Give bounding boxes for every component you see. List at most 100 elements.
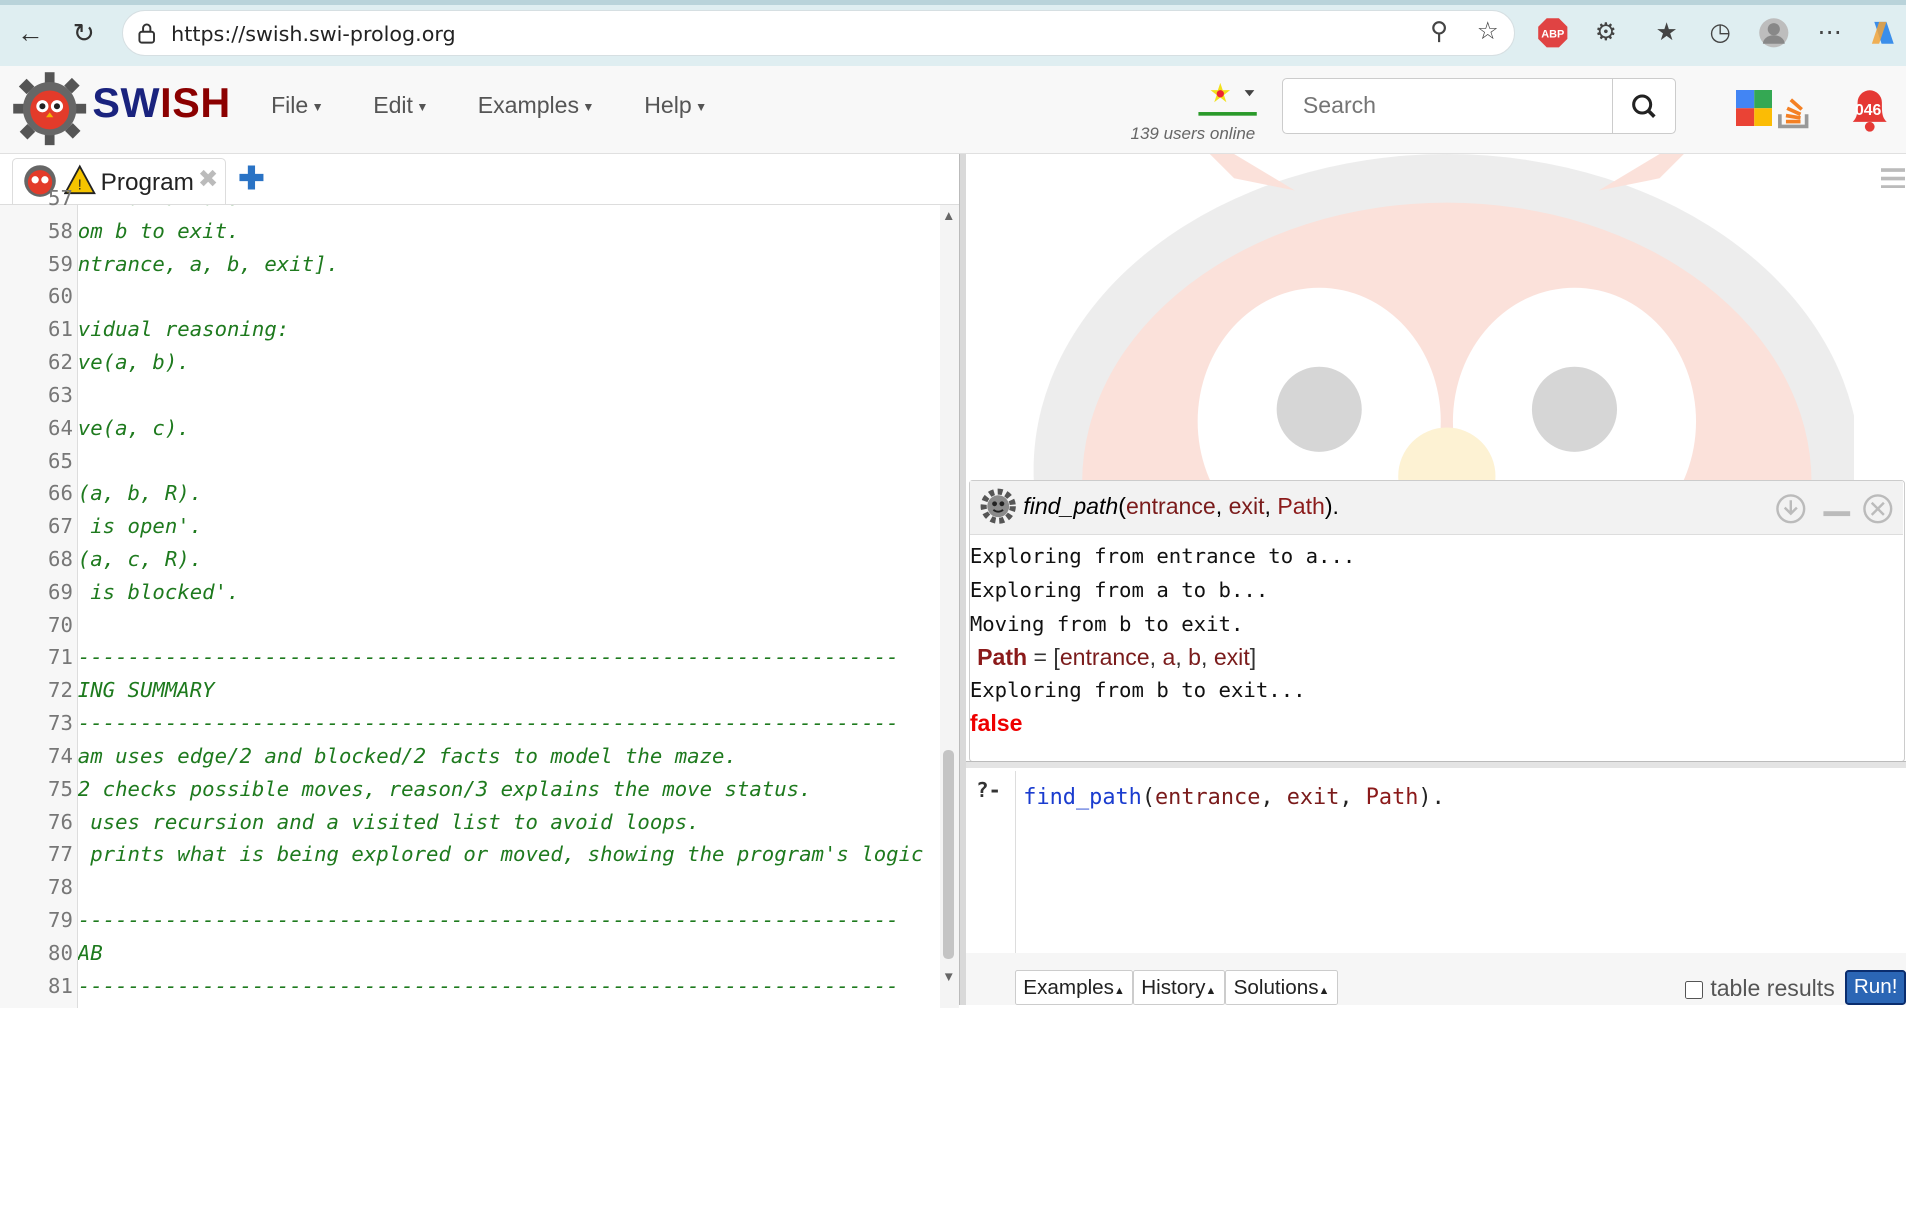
code-line: ----------------------------------------… <box>77 908 899 933</box>
history-icon[interactable]: ◷ <box>1704 17 1736 49</box>
line-number: 74 <box>48 743 73 768</box>
code-line: om b to exit. <box>77 218 240 243</box>
stackoverflow-icon[interactable] <box>1775 90 1814 129</box>
line-number: 58 <box>48 218 73 243</box>
menu-file[interactable]: File ▼ <box>271 92 324 119</box>
profile-avatar-icon[interactable] <box>1758 17 1790 49</box>
scroll-thumb[interactable] <box>943 750 955 960</box>
examples-button-label: Examples <box>1023 975 1114 999</box>
swish-navbar: SWISH File ▼ Edit ▼ Examples ▼ Help ▼ 13… <box>0 65 1906 155</box>
users-online-icon[interactable] <box>1196 78 1259 119</box>
notifications-bell[interactable]: 046 <box>1843 83 1906 136</box>
binding-close: ] <box>1249 644 1257 671</box>
close-icon[interactable] <box>1862 493 1894 525</box>
scroll-up-icon[interactable]: ▲ <box>942 208 955 223</box>
query-title: find_path(entrance, exit, Path). <box>1023 493 1339 520</box>
swish-brand[interactable]: SWISH <box>92 80 231 127</box>
query-sep: , <box>1264 493 1278 520</box>
menu-help[interactable]: Help ▼ <box>644 92 707 119</box>
table-results-checkbox[interactable] <box>1684 980 1704 999</box>
code-line: am uses edge/2 and blocked/2 facts to mo… <box>77 743 737 768</box>
add-tab-icon[interactable]: ✚ <box>238 162 264 194</box>
url-text: https://swish.swi-prolog.org <box>171 21 456 46</box>
editor-scrollbar[interactable]: ▲ ▼ <box>939 205 960 1008</box>
horizontal-splitter[interactable] <box>966 760 1906 769</box>
query-card-header: find_path(entrance, exit, Path). <box>969 481 1904 535</box>
zoom-icon[interactable]: ⚲ <box>1423 16 1455 48</box>
solutions-button[interactable]: Solutions▲ <box>1225 970 1338 1006</box>
search-button[interactable] <box>1613 77 1677 134</box>
hamburger-menu-icon[interactable] <box>1880 167 1905 189</box>
users-online-count: 139 users online <box>1130 123 1256 143</box>
caret-up-icon: ▲ <box>1205 984 1217 997</box>
history-button[interactable]: History▲ <box>1132 970 1225 1006</box>
caret-down-icon: ▼ <box>308 100 324 115</box>
copilot-icon[interactable] <box>1867 17 1899 49</box>
scroll-down-icon[interactable]: ▼ <box>942 969 955 984</box>
query-editor-arg: exit <box>1286 785 1340 811</box>
tab-strip <box>0 0 1906 5</box>
line-number: 70 <box>48 612 73 637</box>
line-number: 73 <box>48 711 73 736</box>
menu-edit[interactable]: Edit ▼ <box>373 92 428 119</box>
line-number: 60 <box>48 284 73 309</box>
code-line: prints what is being explored or moved, … <box>77 842 924 867</box>
line-number: 71 <box>48 645 73 670</box>
history-button-label: History <box>1141 975 1206 999</box>
caret-down-icon: ▼ <box>691 100 708 115</box>
line-gutter: 57 58 59 60 61 62 63 64 65 66 67 68 69 70 71 72 73 74 75 76… <box>0 186 78 1008</box>
brand-ish: ISH <box>160 80 231 127</box>
menu-examples[interactable]: Examples ▼ <box>478 92 595 119</box>
output-line: Exploring from b to exit... <box>969 678 1306 703</box>
output-line: Exploring from a to b... <box>969 578 1269 603</box>
code-line: vidual reasoning: <box>77 317 290 342</box>
line-number: 57 <box>48 185 73 210</box>
query-editor-sep: , <box>1339 785 1366 811</box>
google-icon[interactable] <box>1735 89 1773 127</box>
examples-button[interactable]: Examples▲ <box>1015 970 1134 1006</box>
search-input[interactable] <box>1283 78 1613 133</box>
query-sep: , <box>1215 493 1229 520</box>
minimize-icon[interactable] <box>1821 493 1853 525</box>
svg-text:ABP: ABP <box>1541 29 1564 41</box>
close-tab-icon[interactable]: ✖ <box>198 164 218 194</box>
extensions-icon[interactable]: ⚙ <box>1590 17 1622 49</box>
search-icon <box>1632 94 1656 118</box>
favorites-icon[interactable]: ★ <box>1651 17 1683 49</box>
binding-item: entrance <box>1059 644 1150 671</box>
site-info-icon[interactable] <box>137 22 156 44</box>
line-number: 78 <box>48 875 73 900</box>
line-number: 75 <box>48 776 73 801</box>
output-line: Exploring from entrance to a... <box>969 544 1356 569</box>
code-line: ING SUMMARY <box>77 678 215 703</box>
editor-tabbar: ! Program ✖ ✚ <box>0 154 963 206</box>
query-paren: ( <box>1118 493 1126 520</box>
line-number: 81 <box>48 973 73 998</box>
run-button[interactable]: Run! <box>1845 970 1906 1006</box>
line-number: 65 <box>48 448 73 473</box>
search-field[interactable] <box>1282 77 1614 134</box>
more-menu-icon[interactable]: ⋯ <box>1814 17 1846 49</box>
svg-text:!: ! <box>78 177 82 193</box>
code-editor[interactable]: ' from a to b...om b to exit. ntrance, a,… <box>78 205 941 1007</box>
favorite-star-icon[interactable]: ☆ <box>1472 16 1504 48</box>
line-number: 66 <box>48 481 73 506</box>
adblock-icon[interactable]: ABP <box>1537 17 1569 49</box>
back-icon[interactable]: ← <box>12 15 48 51</box>
download-icon[interactable] <box>1775 493 1807 525</box>
line-number: 59 <box>48 251 73 276</box>
owl-watermark-icon <box>1033 154 1854 483</box>
binding-eq: = [ <box>1027 644 1060 671</box>
reload-icon[interactable]: ↻ <box>66 15 102 51</box>
query-code[interactable]: find_path(entrance, exit, Path). <box>1023 785 1444 810</box>
menu-help-label: Help <box>644 92 692 119</box>
address-bar[interactable]: https://swish.swi-prolog.org ⚲ ☆ <box>121 9 1515 56</box>
code-line: is blocked'. <box>77 579 240 604</box>
table-results-toggle[interactable]: table results <box>1684 975 1835 1002</box>
query-editor[interactable]: find_path(entrance, exit, Path). <box>1015 770 1906 954</box>
vertical-splitter[interactable] <box>959 154 967 1006</box>
code-line: ve(a, c). <box>77 415 190 440</box>
swish-logo-icon[interactable] <box>12 71 87 146</box>
brand-sw: SW <box>92 80 161 127</box>
caret-up-icon: ▲ <box>1114 984 1125 997</box>
